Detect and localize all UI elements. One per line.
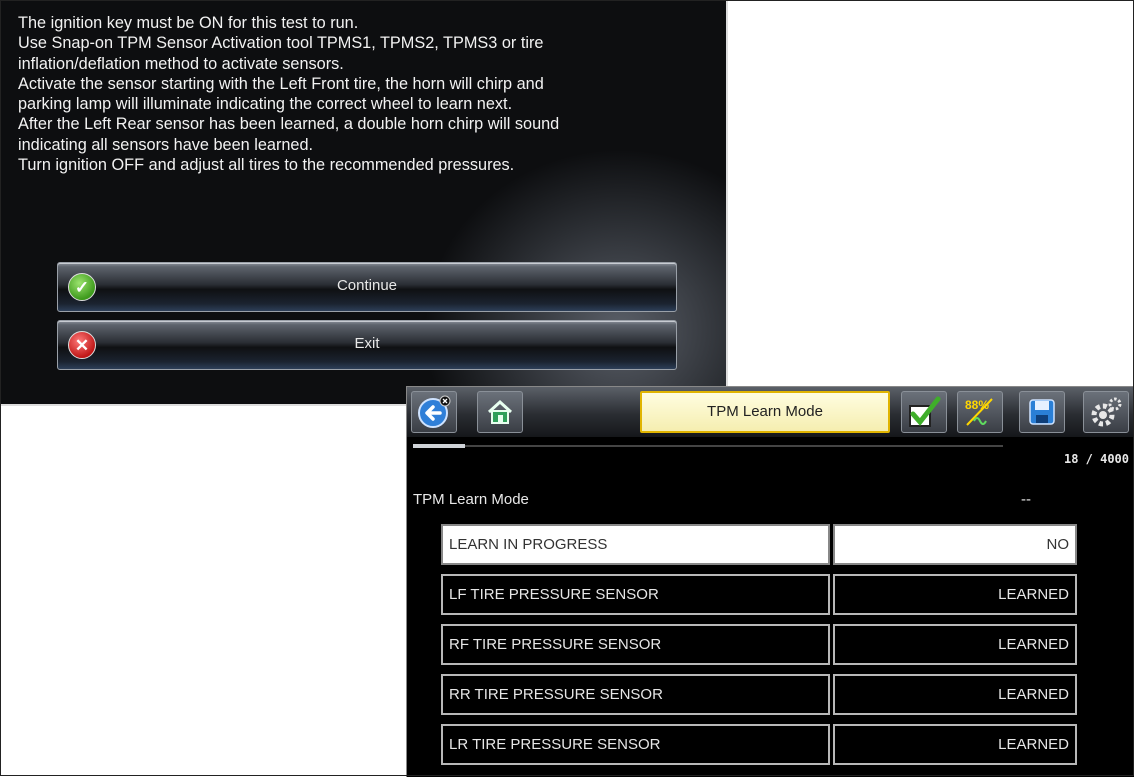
exit-label: Exit — [354, 335, 380, 352]
record-progress-bar — [413, 444, 465, 448]
list-item[interactable]: LEARN IN PROGRESS NO — [441, 524, 1077, 565]
instruction-line: inflation/deflation method to activate s… — [18, 54, 344, 73]
item-value: NO — [833, 524, 1077, 565]
checkmark-icon — [909, 396, 941, 427]
instruction-line: Turn ignition OFF and adjust all tires t… — [18, 156, 515, 175]
instruction-line: Use Snap-on TPM Sensor Activation tool T… — [18, 34, 544, 53]
exit-button[interactable]: ✕ Exit — [57, 320, 677, 370]
instruction-line: parking lamp will illuminate indicating … — [18, 95, 513, 114]
home-icon — [487, 399, 513, 424]
scale-percent-icon: 88% — [965, 398, 993, 426]
instructions-screen: The ignition key must be ON for this tes… — [0, 0, 728, 406]
parameter-name: TPM Learn Mode — [413, 491, 529, 508]
record-progress-track — [413, 445, 1003, 447]
parameter-value: -- — [1021, 491, 1031, 508]
item-name: LF TIRE PRESSURE SENSOR — [441, 574, 830, 615]
item-name: RF TIRE PRESSURE SENSOR — [441, 624, 830, 665]
back-icon — [418, 395, 451, 428]
item-name: LR TIRE PRESSURE SENSOR — [441, 724, 830, 765]
list-item[interactable]: RR TIRE PRESSURE SENSOR LEARNED — [441, 674, 1077, 715]
back-button[interactable] — [411, 391, 457, 433]
continue-label: Continue — [336, 277, 398, 294]
instruction-line: After the Left Rear sensor has been lear… — [18, 115, 560, 134]
list-item[interactable]: LF TIRE PRESSURE SENSOR LEARNED — [441, 574, 1077, 615]
instruction-line: indicating all sensors have been learned… — [18, 135, 314, 154]
select-button[interactable] — [901, 391, 947, 433]
item-value: LEARNED — [833, 574, 1077, 615]
scale-button[interactable]: 88% — [957, 391, 1003, 433]
save-icon — [1029, 399, 1055, 425]
settings-gear-icon — [1091, 397, 1122, 427]
page-title[interactable]: TPM Learn Mode — [640, 391, 890, 433]
toolbar: TPM Learn Mode 88% — [407, 387, 1134, 437]
item-name: RR TIRE PRESSURE SENSOR — [441, 674, 830, 715]
item-value: LEARNED — [833, 724, 1077, 765]
continue-button[interactable]: ✓ Continue — [57, 262, 677, 312]
item-name: LEARN IN PROGRESS — [441, 524, 830, 565]
instructions-text: The ignition key must be ON for this tes… — [18, 13, 708, 175]
home-button[interactable] — [477, 391, 523, 433]
settings-button[interactable] — [1083, 391, 1129, 433]
list-item[interactable]: RF TIRE PRESSURE SENSOR LEARNED — [441, 624, 1077, 665]
item-value: LEARNED — [833, 624, 1077, 665]
instruction-line: The ignition key must be ON for this tes… — [18, 14, 359, 32]
record-counter: 18 / 4000 — [1063, 452, 1129, 466]
save-button[interactable] — [1019, 391, 1065, 433]
sensor-list: LEARN IN PROGRESS NO LF TIRE PRESSURE SE… — [441, 524, 1077, 774]
item-value: LEARNED — [833, 674, 1077, 715]
data-list-screen: TPM Learn Mode 88% 18 / 4000 TPM Learn M… — [406, 386, 1134, 777]
instruction-line: Activate the sensor starting with the Le… — [18, 74, 544, 93]
list-item[interactable]: LR TIRE PRESSURE SENSOR LEARNED — [441, 724, 1077, 765]
